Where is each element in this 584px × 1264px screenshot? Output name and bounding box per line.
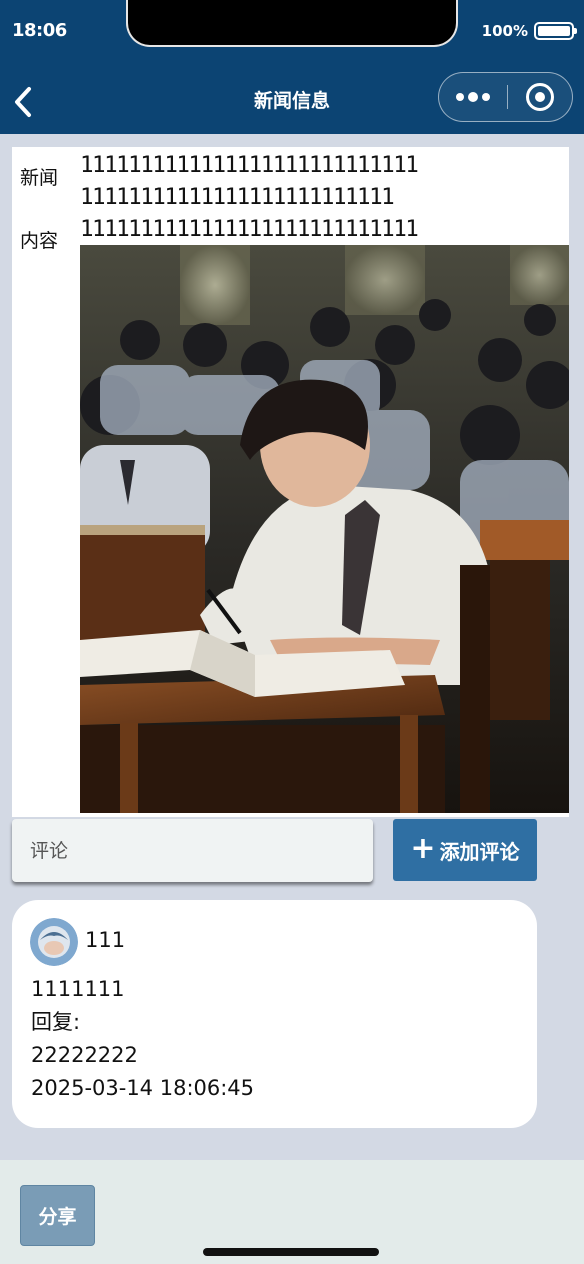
- news-body-text: 1111111111111111111111111111 111111111111…: [80, 149, 569, 245]
- more-dots-icon: [456, 93, 464, 101]
- mini-program-capsule: [438, 72, 573, 122]
- news-label: 新闻: [20, 167, 59, 189]
- battery-icon: [534, 22, 577, 40]
- top-header: 18:06 100% 新闻信息: [0, 0, 584, 134]
- comment-input[interactable]: [12, 819, 373, 882]
- reply-text: 22222222: [31, 1043, 138, 1067]
- comment-text: 1111111: [31, 977, 125, 1001]
- news-line: 1111111111111111111111111111: [80, 216, 419, 242]
- classroom-photo-icon: [80, 245, 569, 813]
- content-label: 内容: [20, 230, 59, 252]
- more-menu-button[interactable]: [439, 73, 507, 121]
- share-button[interactable]: 分享: [20, 1185, 95, 1246]
- add-comment-button[interactable]: + 添加评论: [393, 819, 537, 881]
- plus-icon: +: [410, 830, 436, 866]
- comment-card: 111 1111111 回复: 22222222 2025-03-14 18:0…: [12, 900, 537, 1128]
- target-close-icon: [526, 83, 554, 111]
- news-image: [80, 245, 569, 813]
- user-avatar-icon: [30, 918, 78, 966]
- news-line: 1111111111111111111111111111: [80, 152, 419, 178]
- news-line: 11111111111111111111111111: [80, 184, 395, 210]
- comment-body: 1111111 回复: 22222222 2025-03-14 18:06:45: [31, 973, 254, 1105]
- camera-notch: [126, 0, 458, 47]
- battery-percent: 100%: [481, 22, 528, 40]
- add-comment-label: 添加评论: [439, 839, 520, 864]
- news-content-card: 新闻 内容 1111111111111111111111111111 111111…: [12, 147, 569, 817]
- status-time: 18:06: [12, 20, 67, 41]
- comment-timestamp: 2025-03-14 18:06:45: [31, 1076, 255, 1100]
- comment-username: 111: [85, 928, 126, 952]
- reply-label: 回复:: [31, 1010, 81, 1034]
- close-mini-program-button[interactable]: [508, 73, 572, 121]
- bottom-bar: 分享: [0, 1160, 584, 1264]
- avatar: [30, 918, 78, 966]
- home-indicator: [203, 1248, 379, 1256]
- status-indicators: 100%: [481, 22, 577, 40]
